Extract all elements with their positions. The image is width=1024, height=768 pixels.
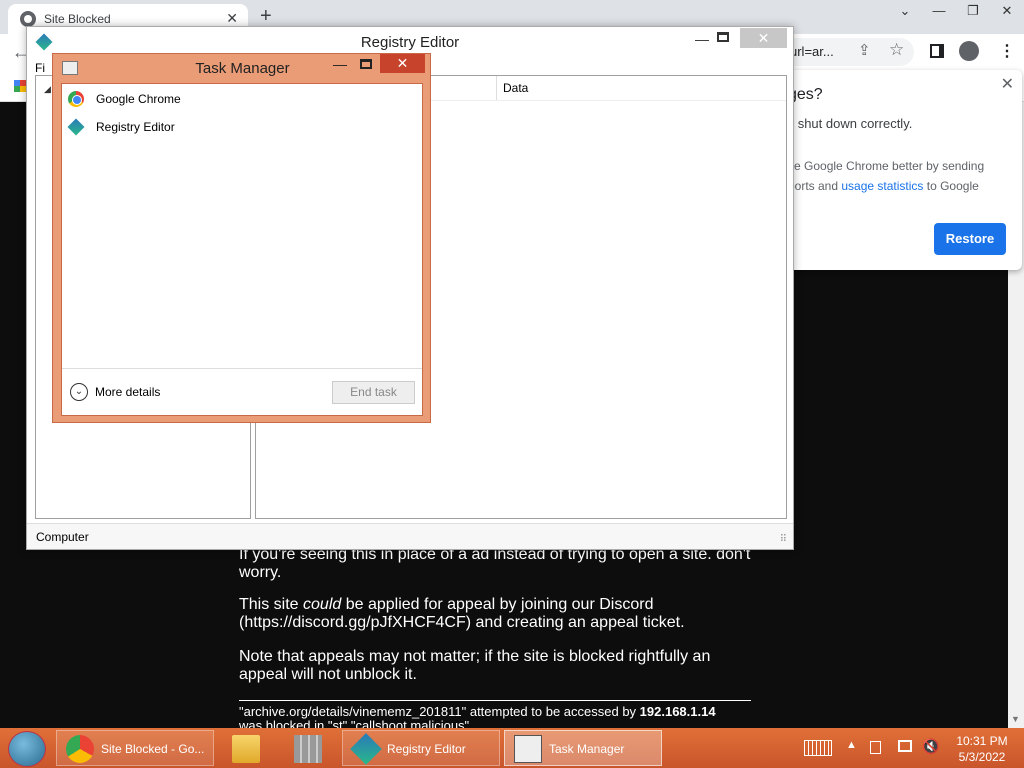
registry-editor-icon <box>350 733 382 765</box>
tab-close-button[interactable]: ✕ <box>226 10 238 27</box>
clock-time[interactable]: 10:31 PM <box>944 734 1020 748</box>
taskbar-item-registry-editor[interactable]: Registry Editor <box>342 730 500 766</box>
window-title: Registry Editor <box>360 34 460 51</box>
chrome-window-controls: ⌄ — ❐ ✕ <box>888 0 1024 22</box>
tab-title: Site Blocked <box>44 12 111 26</box>
list-item[interactable]: Registry Editor <box>67 116 175 138</box>
registry-editor-icon <box>67 118 85 136</box>
keyboard-icon[interactable] <box>804 740 832 756</box>
profile-avatar[interactable] <box>959 41 979 61</box>
page-paragraph-1: If you're seeing this in place of a ad i… <box>239 546 751 581</box>
minimize-button[interactable]: — <box>922 0 956 22</box>
page-paragraph-2: This site could be applied for appeal by… <box>239 596 759 632</box>
block-details: "archive.org/details/vinememz_201811" at… <box>239 704 759 720</box>
emphasis: could <box>303 596 342 613</box>
chrome-menu-icon[interactable]: ⋮ <box>999 41 1015 61</box>
start-button[interactable] <box>8 731 46 767</box>
column-header-data[interactable]: Data <box>496 76 528 100</box>
taskbar-label: Registry Editor <box>387 742 466 756</box>
bubble-help-text: ke Google Chrome better by sending ports … <box>788 156 1016 196</box>
task-manager-body: Google Chrome Registry Editor ⌄ More det… <box>61 83 423 416</box>
clock-date[interactable]: 5/3/2022 <box>944 750 1020 764</box>
resize-grip-icon[interactable]: ⠿ <box>780 534 787 545</box>
text: ports and <box>788 179 842 193</box>
bubble-message: 't shut down correctly. <box>788 116 913 131</box>
window-title: Task Manager <box>195 60 290 77</box>
minimize-button[interactable]: — <box>689 31 715 47</box>
restore-down-button[interactable]: ❐ <box>956 0 990 22</box>
task-manager-footer: ⌄ More details End task <box>62 368 422 415</box>
text: This site <box>239 596 304 613</box>
apps-icon[interactable] <box>14 80 26 92</box>
tab-search-button[interactable]: ⌄ <box>888 0 922 22</box>
status-bar: Computer ⠿ <box>27 523 793 549</box>
taskbar-label: Task Manager <box>549 742 625 756</box>
taskbar-item-firewall[interactable] <box>282 730 336 766</box>
task-manager-icon <box>514 735 542 763</box>
maximize-button[interactable] <box>360 59 372 69</box>
taskbar-item-chrome[interactable]: Site Blocked - Go... <box>56 730 214 766</box>
ip-address: 192.168.1.14 <box>639 704 716 719</box>
side-panel-icon[interactable] <box>930 44 944 58</box>
file-explorer-icon <box>232 735 260 763</box>
list-item[interactable]: Google Chrome <box>68 88 181 110</box>
page-paragraph-3: Note that appeals may not matter; if the… <box>239 648 711 683</box>
app-name: Google Chrome <box>96 92 181 106</box>
new-tab-button[interactable]: + <box>260 5 272 28</box>
share-icon[interactable]: ⇪ <box>858 41 871 59</box>
bookmark-star-icon[interactable]: ☆ <box>889 40 904 60</box>
taskbar-item-task-manager[interactable]: Task Manager <box>504 730 662 766</box>
restore-pages-bubble: ges? ✕ 't shut down correctly. ke Google… <box>780 70 1022 270</box>
app-name: Registry Editor <box>96 120 175 134</box>
globe-icon <box>20 11 36 27</box>
bubble-close-button[interactable]: ✕ <box>1001 74 1014 94</box>
close-button[interactable]: ✕ <box>990 0 1024 22</box>
text: ke Google Chrome better by sending <box>788 159 985 173</box>
action-center-icon[interactable] <box>870 741 881 754</box>
minimize-button[interactable]: — <box>329 56 351 72</box>
close-button[interactable]: ✕ <box>380 54 425 73</box>
more-details-button[interactable]: More details <box>95 385 160 399</box>
end-task-button[interactable]: End task <box>332 381 415 404</box>
text: to Google <box>923 179 979 193</box>
firewall-icon <box>294 735 322 763</box>
scroll-down-icon[interactable]: ▼ <box>1011 714 1020 724</box>
url-text: url=ar... <box>790 44 834 59</box>
task-manager-window: Task Manager — ✕ Google Chrome Registry … <box>52 53 431 423</box>
menu-file[interactable]: Fi <box>35 61 45 75</box>
chevron-down-icon[interactable]: ⌄ <box>70 383 88 401</box>
taskbar: Site Blocked - Go... Registry Editor Tas… <box>0 728 1024 768</box>
divider <box>239 700 751 701</box>
chrome-icon <box>68 91 84 107</box>
restore-button[interactable]: Restore <box>934 223 1006 255</box>
volume-muted-icon[interactable]: 🔇 <box>922 738 939 755</box>
taskbar-label: Site Blocked - Go... <box>101 742 205 756</box>
status-path: Computer <box>36 530 89 544</box>
text: "archive.org/details/vinememz_201811" at… <box>239 704 640 719</box>
usage-statistics-link[interactable]: usage statistics <box>841 179 923 193</box>
show-hidden-icons-icon[interactable]: ▲ <box>846 739 857 751</box>
network-icon[interactable] <box>898 740 912 752</box>
taskbar-item-explorer[interactable] <box>220 730 274 766</box>
chrome-icon <box>66 735 94 763</box>
close-button[interactable]: ✕ <box>740 28 787 48</box>
maximize-button[interactable] <box>717 32 729 42</box>
expand-arrow-icon[interactable]: ◢ <box>44 84 51 95</box>
